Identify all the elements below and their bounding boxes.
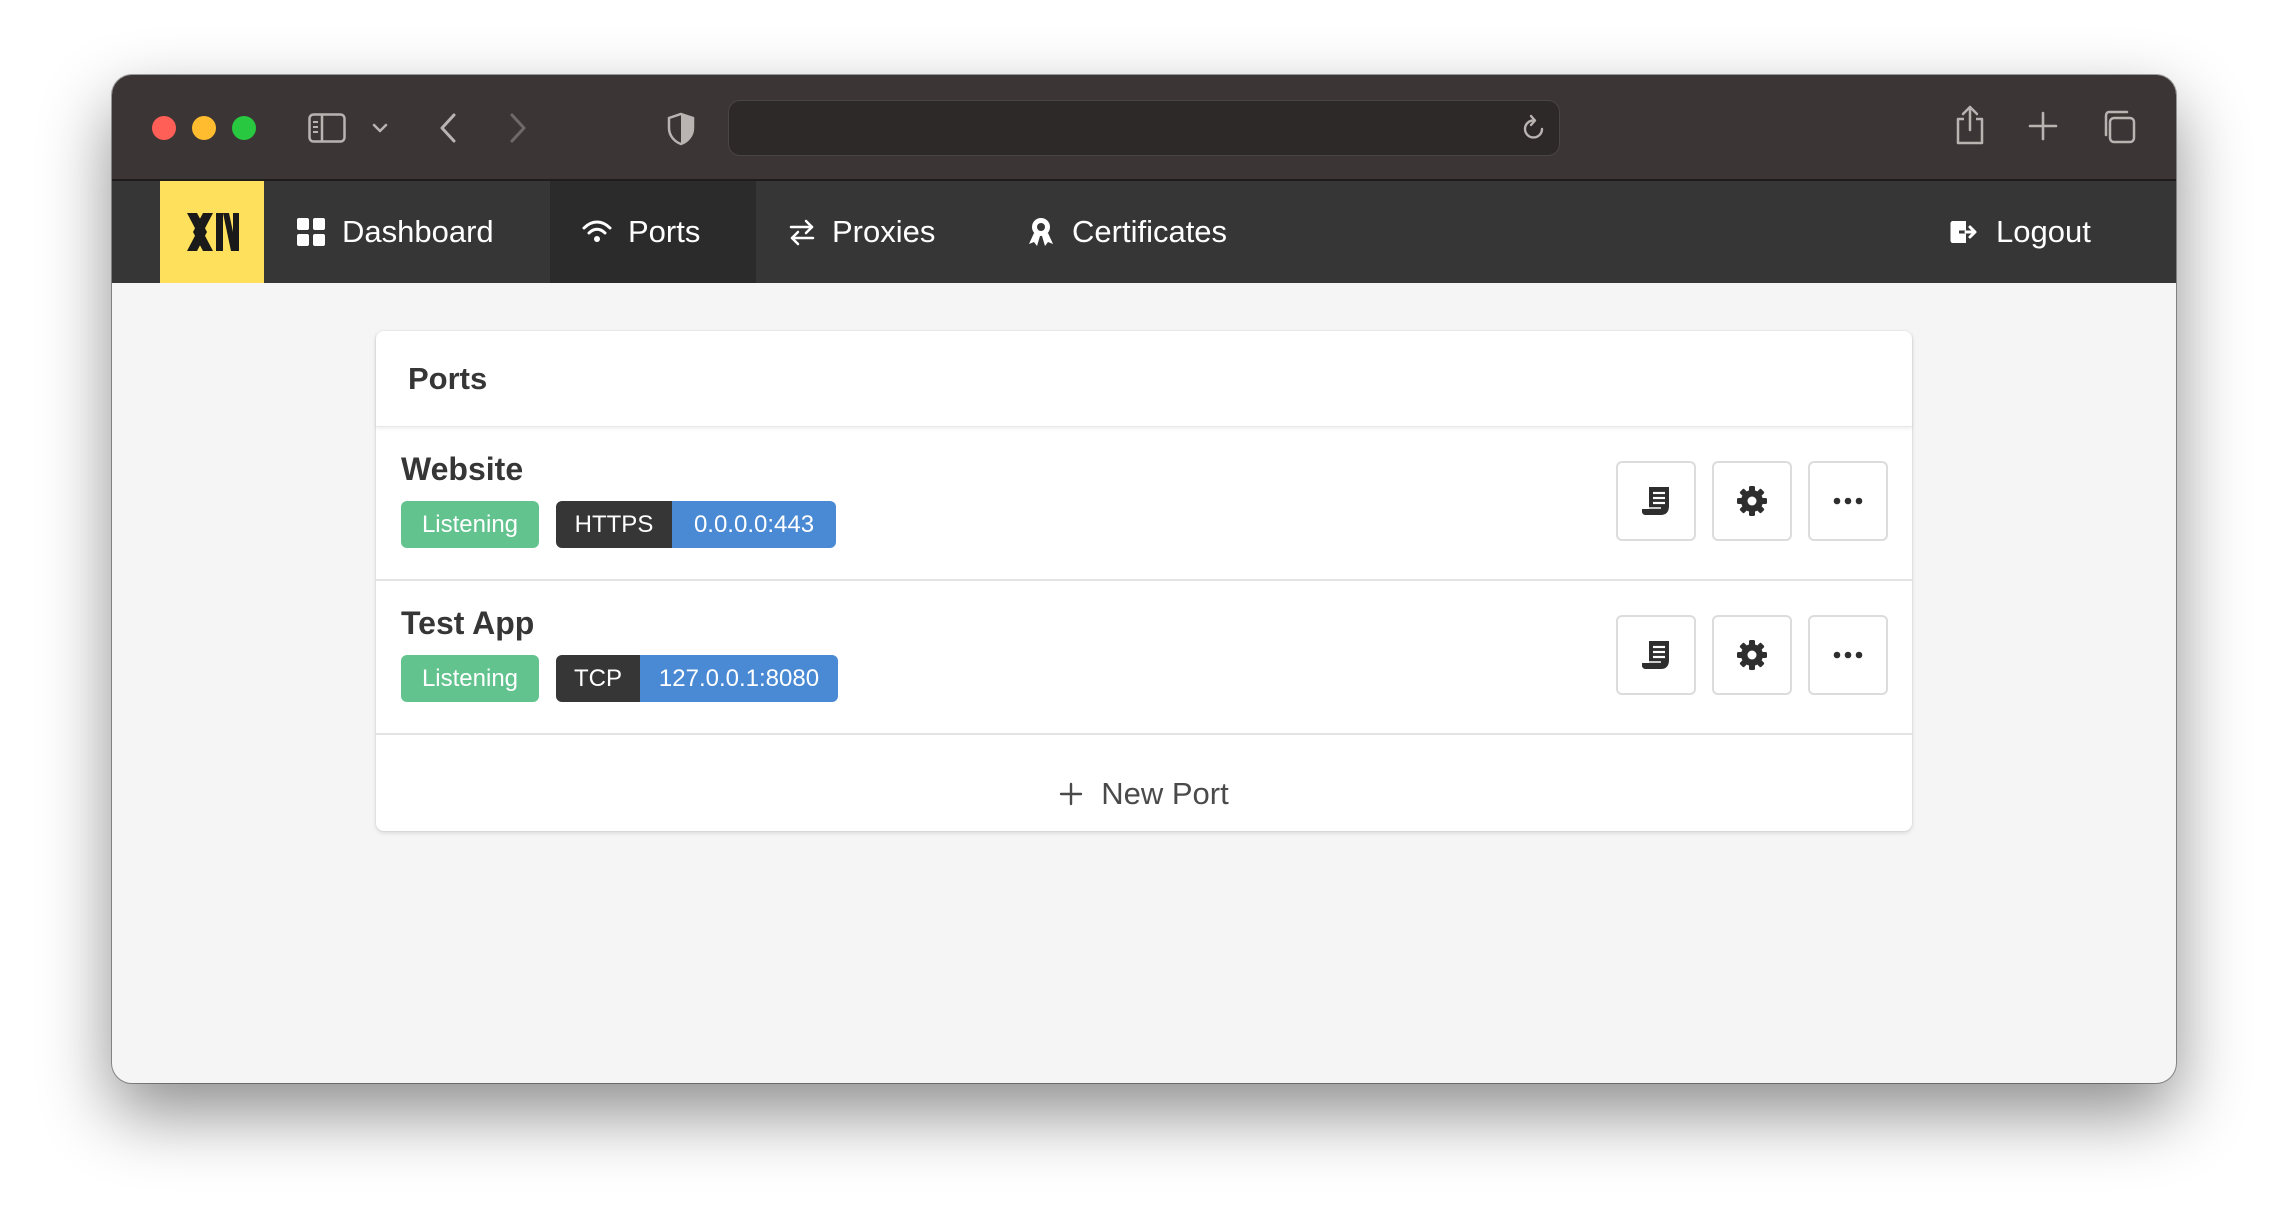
logout-icon — [1948, 218, 1980, 246]
nav-item-label: Proxies — [832, 214, 936, 249]
logout-label: Logout — [1996, 214, 2091, 249]
browser-window: Dashboard Ports Proxies Certificates Log — [112, 75, 2176, 1083]
close-window-button[interactable] — [152, 116, 176, 140]
nav-item-label: Ports — [628, 214, 701, 249]
new-port-button[interactable]: New Port — [376, 757, 1912, 831]
sidebar-toggle-icon[interactable] — [306, 110, 348, 146]
zoom-window-button[interactable] — [232, 116, 256, 140]
logout-button[interactable]: Logout — [1916, 181, 2123, 283]
certificate-award-icon — [1026, 216, 1056, 248]
port-row: Test App Listening TCP 127.0.0.1:8080 — [376, 581, 1912, 735]
back-arrow-icon[interactable] — [434, 111, 462, 145]
plus-icon — [1059, 782, 1083, 806]
nav-item-label: Certificates — [1072, 214, 1228, 249]
privacy-shield-icon[interactable] — [664, 111, 698, 147]
settings-button[interactable] — [1712, 461, 1792, 541]
ports-card: Ports Website Listening HTTPS 0.0.0.0:44… — [376, 331, 1912, 831]
tab-overview-icon[interactable] — [2100, 108, 2138, 146]
logs-button[interactable] — [1616, 615, 1696, 695]
ellipsis-icon — [1833, 497, 1863, 505]
new-tab-plus-icon[interactable] — [2026, 109, 2060, 143]
nav-item-dashboard[interactable]: Dashboard — [264, 181, 526, 283]
reload-icon[interactable] — [1519, 113, 1549, 143]
port-name: Website — [401, 451, 524, 487]
ellipsis-icon — [1833, 651, 1863, 659]
chevron-down-icon[interactable] — [370, 118, 390, 138]
new-port-label: New Port — [1101, 776, 1229, 811]
gear-icon — [1737, 486, 1767, 516]
wifi-icon — [582, 220, 612, 244]
nav-item-certificates[interactable]: Certificates — [994, 181, 1259, 283]
nav-item-ports[interactable]: Ports — [550, 181, 756, 283]
nav-item-proxies[interactable]: Proxies — [756, 181, 967, 283]
nav-item-label: Dashboard — [342, 214, 494, 249]
scroll-logs-icon — [1642, 487, 1669, 515]
forward-arrow-icon[interactable] — [504, 111, 532, 145]
protocol-tag: TCP — [556, 655, 640, 702]
settings-button[interactable] — [1712, 615, 1792, 695]
card-title: Ports — [376, 331, 1912, 427]
more-options-button[interactable] — [1808, 461, 1888, 541]
browser-toolbar — [112, 75, 2176, 181]
more-options-button[interactable] — [1808, 615, 1888, 695]
status-badge: Listening — [401, 501, 539, 548]
dashboard-grid-icon — [296, 217, 326, 247]
address-bar[interactable] — [728, 100, 1560, 156]
brand-logo-icon — [187, 213, 239, 251]
address-tag: 127.0.0.1:8080 — [640, 655, 838, 702]
scroll-logs-icon — [1642, 641, 1669, 669]
port-row: Website Listening HTTPS 0.0.0.0:443 — [376, 427, 1912, 581]
logs-button[interactable] — [1616, 461, 1696, 541]
arrows-exchange-icon — [788, 218, 816, 246]
app-navbar: Dashboard Ports Proxies Certificates Log — [112, 181, 2176, 283]
address-tag: 0.0.0.0:443 — [672, 501, 836, 548]
brand-logo[interactable] — [160, 181, 264, 283]
status-badge: Listening — [401, 655, 539, 702]
gear-icon — [1737, 640, 1767, 670]
share-icon[interactable] — [1952, 103, 1988, 147]
protocol-tag: HTTPS — [556, 501, 672, 548]
minimize-window-button[interactable] — [192, 116, 216, 140]
port-name: Test App — [401, 605, 535, 641]
